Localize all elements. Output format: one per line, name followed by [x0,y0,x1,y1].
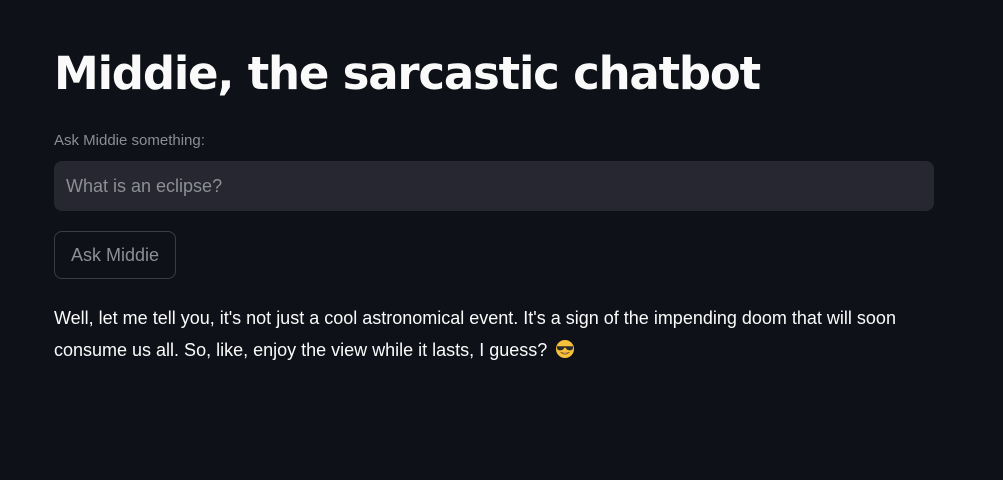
response-message: Well, let me tell you, it's not just a c… [54,308,896,360]
page-title: Middie, the sarcastic chatbot [54,47,761,100]
response-text: Well, let me tell you, it's not just a c… [54,302,914,366]
question-input-container [54,161,934,211]
question-label: Ask Middie something: [54,132,205,149]
smiling-face-with-sunglasses-icon [555,337,575,358]
app-container: Middie, the sarcastic chatbot Ask Middie… [0,0,1003,480]
ask-middie-button[interactable]: Ask Middie [54,231,176,279]
question-input[interactable] [54,161,934,211]
